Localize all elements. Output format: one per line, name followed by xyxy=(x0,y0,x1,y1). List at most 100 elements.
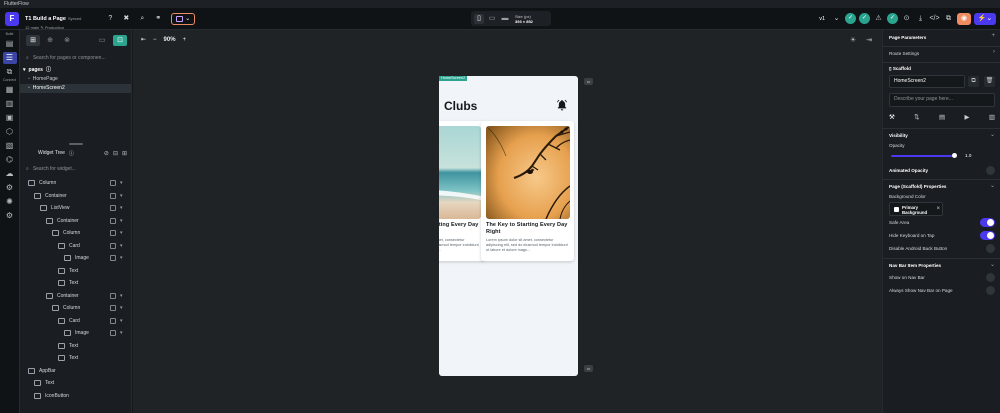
add-parameter-icon[interactable]: + xyxy=(991,33,995,39)
theme-button[interactable]: ⌄ xyxy=(171,12,196,25)
theme-settings-nav-icon[interactable]: ✺ xyxy=(3,196,17,208)
widget-tree-item[interactable]: Text xyxy=(20,265,131,278)
widget-search-input[interactable]: ⌕ Search for widget... xyxy=(23,163,128,175)
templates-tab-icon[interactable]: ⊗ xyxy=(60,35,74,46)
bg-color-picker[interactable]: Primary Background × xyxy=(889,202,943,216)
chevron-down-icon[interactable]: ▾ xyxy=(120,227,123,240)
pages-tab-icon[interactable]: ⊞ xyxy=(26,34,40,46)
open-external-icon[interactable]: ⧉ xyxy=(943,13,954,24)
chevron-down-icon[interactable]: ▾ xyxy=(120,252,123,265)
widget-tree-item[interactable]: Image ▾ xyxy=(20,327,131,340)
page-description-input[interactable]: Describe your page here... xyxy=(889,93,995,107)
lock-icon[interactable]: ⊘ xyxy=(104,150,109,157)
chevron-down-icon[interactable]: ▾ xyxy=(120,327,123,340)
folder-icon[interactable]: ▭ xyxy=(95,35,109,46)
components-nav-icon[interactable]: ⧉ xyxy=(3,66,17,78)
page-parameters-header[interactable]: Page Parameters xyxy=(889,35,926,40)
actions-tab-icon[interactable]: ▤ xyxy=(939,113,945,123)
safe-area-toggle[interactable] xyxy=(980,218,995,227)
chevron-down-icon[interactable]: ▾ xyxy=(120,302,123,315)
check-status-icon[interactable]: ✓ xyxy=(845,13,856,24)
show-nav-toggle[interactable] xyxy=(986,273,995,282)
chevron-down-icon[interactable]: ▾ xyxy=(120,202,123,215)
visibility-header[interactable]: Visibility xyxy=(889,133,908,138)
widget-options-icon[interactable] xyxy=(110,192,116,199)
widget-tree-item[interactable]: Image ▾ xyxy=(20,252,131,265)
flutterflow-logo-icon[interactable]: F xyxy=(5,11,19,26)
page-item-homepage[interactable]: ▫ HomePage xyxy=(20,75,131,84)
scaffold-properties-header[interactable]: Page (Scaffold) Properties xyxy=(889,184,946,189)
components-tab-icon[interactable]: ⊕ xyxy=(43,35,57,46)
collab-icon[interactable]: ✓ xyxy=(887,13,898,24)
chevron-down-icon[interactable]: ⌄ xyxy=(990,261,995,268)
nav-bar-properties-header[interactable]: Nav Bar Item Properties xyxy=(889,263,941,268)
firestore-nav-icon[interactable]: ▥ xyxy=(3,98,17,110)
delete-icon[interactable]: 🗑 xyxy=(984,76,995,87)
widget-tree-item[interactable]: Container ▾ xyxy=(20,215,131,228)
device-size[interactable]: Size (px) 393 × 852 xyxy=(515,14,533,24)
zoom-in-icon[interactable]: + xyxy=(183,37,187,43)
opacity-value[interactable]: 1.0 xyxy=(965,153,971,158)
widget-options-icon[interactable] xyxy=(110,180,116,186)
bell-icon[interactable] xyxy=(556,99,568,111)
widget-options-icon[interactable] xyxy=(110,330,116,336)
app-bar-title[interactable]: Clubs xyxy=(444,99,477,113)
properties-tab-icon[interactable]: ⚒ xyxy=(889,113,895,123)
page-search-input[interactable]: ⌕ Search for pages or componen... xyxy=(23,52,128,64)
hide-keyboard-toggle[interactable] xyxy=(980,231,995,240)
widget-tree-item[interactable]: Column ▾ xyxy=(20,177,131,190)
chevron-down-icon[interactable]: ▾ xyxy=(120,315,123,328)
chevron-down-icon[interactable]: ⌄ xyxy=(990,131,995,138)
widget-tree-item[interactable]: ListView ▾ xyxy=(20,202,131,215)
collapse-icon[interactable]: ⊟ xyxy=(113,150,118,157)
settings-nav-icon[interactable]: ⚙ xyxy=(3,210,17,222)
chevron-down-icon[interactable]: ⌄ xyxy=(831,13,842,24)
animated-opacity-toggle[interactable] xyxy=(986,166,995,175)
zoom-level[interactable]: 90% xyxy=(164,37,176,43)
collapse-right-panel-icon[interactable]: ⇥ xyxy=(866,36,872,44)
search-icon[interactable]: ⌕ xyxy=(137,14,147,24)
widget-options-icon[interactable] xyxy=(110,205,116,211)
storyboard-nav-icon[interactable]: ▦ xyxy=(3,84,17,96)
clear-color-icon[interactable]: × xyxy=(936,206,940,212)
widget-tree-item[interactable]: Column ▾ xyxy=(20,227,131,240)
collapse-panel-icon[interactable]: ⇤ xyxy=(141,36,146,43)
copy-icon[interactable]: ⧉ xyxy=(968,76,979,87)
widget-options-icon[interactable] xyxy=(110,292,116,299)
widget-tree-item[interactable]: AppBar xyxy=(20,365,131,378)
widget-options-icon[interactable] xyxy=(110,255,116,261)
chevron-down-icon[interactable]: ▾ xyxy=(120,190,123,203)
api-calls-nav-icon[interactable]: ▣ xyxy=(3,112,17,124)
widget-tree-item[interactable]: Column ▾ xyxy=(20,302,131,315)
tablet-device-icon[interactable]: ▭ xyxy=(487,14,497,24)
test-run-button[interactable]: ◉ xyxy=(957,12,971,25)
chevron-down-icon[interactable]: ▾ xyxy=(120,215,123,228)
always-show-nav-toggle[interactable] xyxy=(986,286,995,295)
share-icon[interactable]: ⚭ xyxy=(153,14,163,24)
widget-tree-item[interactable]: Text xyxy=(20,277,131,290)
page-name-input[interactable]: HomeScreen2 xyxy=(889,75,965,88)
media-assets-nav-icon[interactable]: ▧ xyxy=(3,140,17,152)
zoom-out-icon[interactable]: − xyxy=(153,37,157,43)
shortcut-icon[interactable]: ✖ xyxy=(121,14,131,24)
page-name-tag[interactable]: HomeScreen2 xyxy=(439,76,468,81)
device-menu-icon[interactable]: ▭ xyxy=(584,78,593,85)
widget-tree-item[interactable]: Card ▾ xyxy=(20,240,131,253)
phone-preview[interactable]: Clubs ting Every Day et, consectetur smo… xyxy=(439,76,578,376)
code-icon[interactable]: </> xyxy=(929,13,940,24)
widget-tree-item[interactable]: Container ▾ xyxy=(20,290,131,303)
widget-tree-item[interactable]: IconButton xyxy=(20,390,131,403)
app-values-nav-icon[interactable]: ⬡ xyxy=(3,126,17,138)
widget-tree-item[interactable]: Text xyxy=(20,352,131,365)
help-icon[interactable]: ? xyxy=(105,14,115,24)
widget-tree-item[interactable]: Text xyxy=(20,377,131,390)
widget-options-icon[interactable] xyxy=(110,305,116,311)
phone-device-icon[interactable]: ▯ xyxy=(474,13,484,24)
animations-tab-icon[interactable]: ▶ xyxy=(964,113,969,123)
widget-options-icon[interactable] xyxy=(110,317,116,324)
warnings-icon[interactable]: ⚠ xyxy=(873,13,884,24)
agents-nav-icon[interactable]: ⚙ xyxy=(3,182,17,194)
opacity-slider[interactable] xyxy=(891,153,957,158)
chevron-down-icon[interactable]: ▾ xyxy=(120,177,123,190)
run-button[interactable]: ⚡⌄ xyxy=(974,12,996,25)
